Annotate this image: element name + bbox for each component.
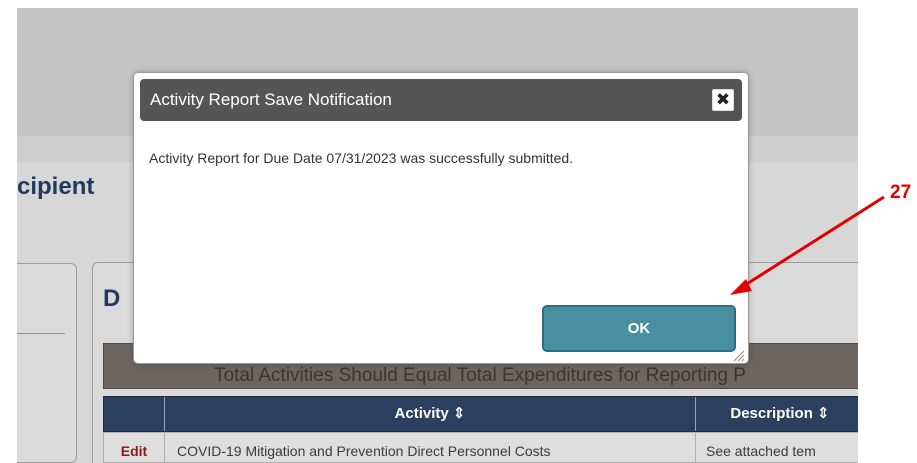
dialog-message: Activity Report for Due Date 07/31/2023 … (149, 150, 574, 166)
page-title: cipient (17, 173, 95, 200)
edit-link[interactable]: Edit (104, 433, 164, 463)
left-panel-divider (17, 333, 65, 334)
table-header-blank (104, 397, 164, 431)
section-heading: D (103, 285, 121, 312)
annotation-step-number: 27 (890, 182, 912, 203)
description-cell: See attached tem (695, 433, 858, 463)
close-button[interactable]: ✖ (712, 89, 734, 111)
left-panel (17, 263, 77, 463)
save-notification-dialog: Activity Report Save Notification ✖ Acti… (133, 72, 749, 364)
activity-cell: COVID-19 Mitigation and Prevention Direc… (164, 433, 695, 463)
ok-button[interactable]: OK (542, 305, 736, 352)
table-header-activity[interactable]: Activity ⇕ (164, 397, 695, 431)
totals-banner-text: Total Activities Should Equal Total Expe… (214, 365, 746, 386)
resize-grip-icon[interactable] (731, 348, 745, 362)
close-icon: ✖ (715, 90, 731, 109)
table-header-description[interactable]: Description ⇕ (695, 397, 858, 431)
table-header-row: Activity ⇕ Description ⇕ (103, 396, 858, 432)
table-row: Edit COVID-19 Mitigation and Prevention … (103, 432, 858, 463)
dialog-titlebar[interactable]: Activity Report Save Notification ✖ (140, 79, 742, 121)
screenshot-stage: cipient D Total Activities Should Equal … (0, 0, 917, 463)
dialog-title: Activity Report Save Notification (150, 90, 392, 109)
